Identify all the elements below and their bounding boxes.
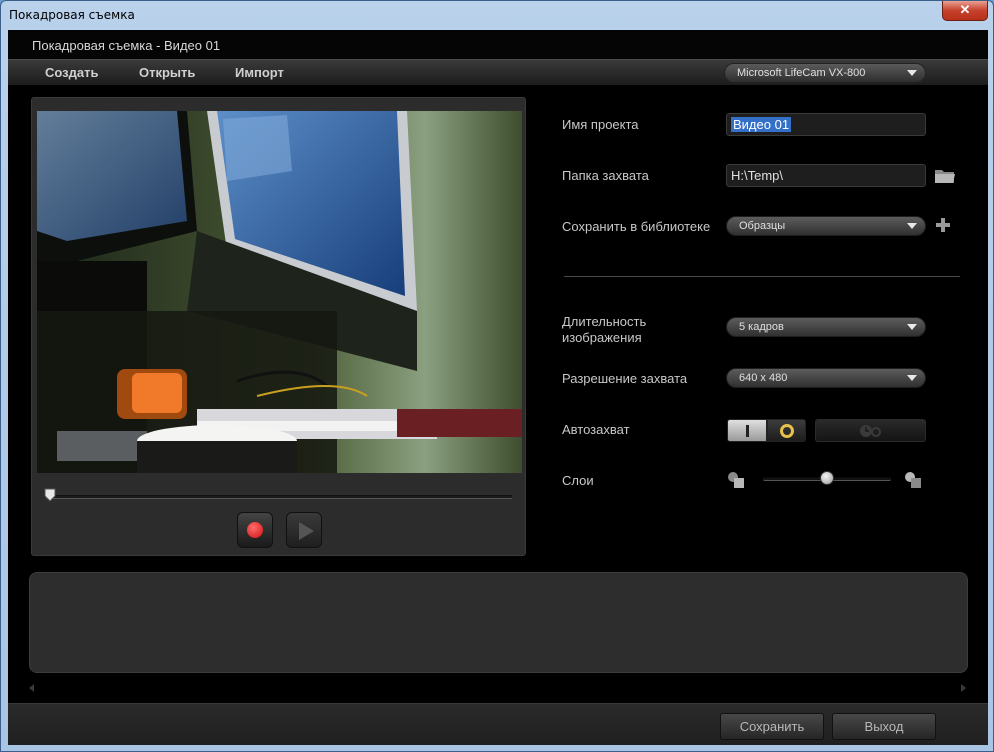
save-button[interactable]: Сохранить bbox=[720, 713, 824, 740]
on-icon bbox=[780, 424, 794, 438]
window-title: Покадровая съемка bbox=[9, 8, 135, 22]
duration-select-value: 5 кадров bbox=[739, 321, 784, 333]
camera-preview bbox=[37, 111, 522, 473]
capture-folder-value: H:\Temp\ bbox=[731, 168, 784, 183]
layers-slider-thumb[interactable] bbox=[820, 471, 834, 485]
layers-label: Слои bbox=[562, 473, 594, 488]
close-icon: ✕ bbox=[959, 2, 971, 17]
preview-panel bbox=[31, 97, 526, 556]
clock-settings-icon bbox=[860, 425, 881, 437]
duration-label-line1: Длительность bbox=[562, 314, 647, 329]
autocapture-label: Автозахват bbox=[562, 422, 630, 437]
duration-label: Длительность изображения bbox=[562, 314, 646, 346]
frame-timeline[interactable] bbox=[29, 572, 968, 673]
autocapture-settings-button[interactable] bbox=[815, 419, 926, 442]
app-window: Покадровая съемка ✕ Покадровая съемка - … bbox=[0, 0, 994, 752]
camera-preview-image bbox=[37, 111, 522, 473]
scrubber-track[interactable] bbox=[46, 495, 512, 499]
folder-browse-icon[interactable] bbox=[934, 167, 956, 185]
document-header: Покадровая съемка - Видео 01 bbox=[8, 30, 988, 59]
close-button[interactable]: ✕ bbox=[942, 1, 988, 21]
record-icon bbox=[247, 522, 263, 538]
library-select[interactable]: Образцы bbox=[726, 216, 926, 236]
project-name-value: Видео 01 bbox=[731, 117, 792, 132]
autocapture-on-toggle[interactable] bbox=[767, 419, 806, 442]
resolution-select[interactable]: 640 x 480 bbox=[726, 368, 926, 388]
record-button[interactable] bbox=[237, 512, 273, 548]
title-bar: Покадровая съемка ✕ bbox=[1, 1, 993, 29]
play-icon bbox=[299, 522, 314, 540]
footer-bar: Сохранить Выход bbox=[8, 703, 988, 745]
play-button[interactable] bbox=[286, 512, 322, 548]
capture-folder-input[interactable]: H:\Temp\ bbox=[726, 164, 926, 187]
scroll-left-icon[interactable] bbox=[29, 684, 34, 692]
exit-button[interactable]: Выход bbox=[832, 713, 936, 740]
resolution-select-value: 640 x 480 bbox=[739, 372, 788, 384]
menu-item-open[interactable]: Открыть bbox=[139, 65, 195, 80]
chevron-down-icon bbox=[907, 70, 917, 76]
chevron-down-icon bbox=[907, 375, 917, 381]
document-title: Покадровая съемка - Видео 01 bbox=[32, 38, 221, 53]
chevron-down-icon bbox=[907, 223, 917, 229]
add-library-icon[interactable] bbox=[936, 218, 950, 232]
layers-less-icon bbox=[728, 472, 744, 488]
camera-select-value: Microsoft LifeCam VX-800 bbox=[737, 67, 866, 79]
save-library-label: Сохранить в библиотеке bbox=[562, 219, 711, 234]
duration-select[interactable]: 5 кадров bbox=[726, 317, 926, 337]
camera-select[interactable]: Microsoft LifeCam VX-800 bbox=[724, 63, 926, 83]
menu-item-import[interactable]: Импорт bbox=[235, 65, 284, 80]
scroll-right-icon[interactable] bbox=[961, 684, 966, 692]
chevron-down-icon bbox=[907, 324, 917, 330]
layers-more-icon bbox=[905, 472, 921, 488]
autocapture-off-toggle[interactable] bbox=[727, 419, 767, 442]
client-area: Покадровая съемка - Видео 01 Создать Отк… bbox=[8, 30, 988, 745]
section-divider bbox=[564, 276, 960, 277]
capture-folder-label: Папка захвата bbox=[562, 168, 649, 183]
scrubber-thumb[interactable] bbox=[44, 488, 56, 502]
project-name-input[interactable]: Видео 01 bbox=[726, 113, 926, 136]
library-select-value: Образцы bbox=[739, 220, 786, 232]
off-icon bbox=[746, 425, 749, 437]
duration-label-line2: изображения bbox=[562, 330, 642, 345]
menu-item-create[interactable]: Создать bbox=[45, 65, 98, 80]
resolution-label: Разрешение захвата bbox=[562, 371, 688, 386]
menu-bar: Создать Открыть Импорт Microsoft LifeCam… bbox=[8, 59, 988, 85]
project-name-label: Имя проекта bbox=[562, 117, 639, 132]
